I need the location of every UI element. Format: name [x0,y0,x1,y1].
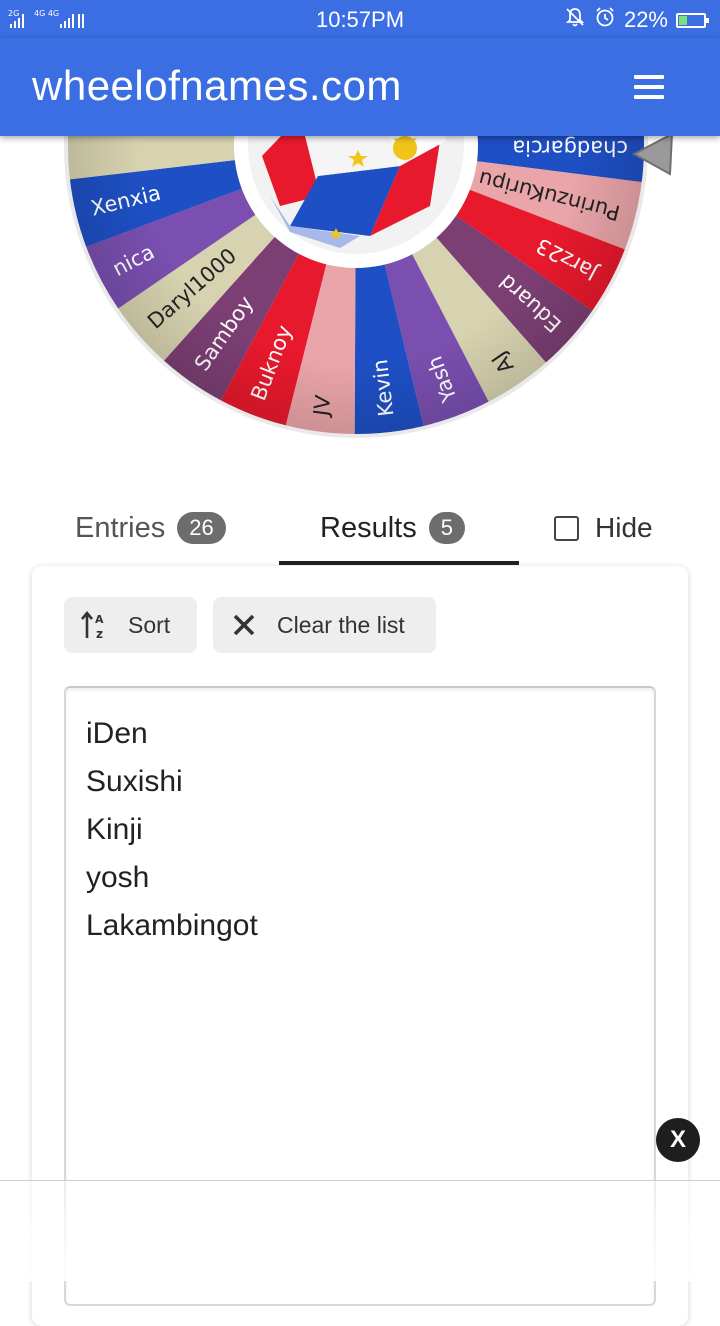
sort-button[interactable]: A z Sort [64,597,197,653]
wheel-svg[interactable]: LakambingotchadgarciaPurinzuKuripuJarz23… [0,136,720,476]
tab-results[interactable]: Results 5 [320,492,465,564]
battery-charging-icon [676,12,709,28]
hide-checkbox[interactable]: Hide [554,492,653,564]
tab-entries[interactable]: Entries 26 [75,492,226,564]
results-list: iDen Suxishi Kinji yosh Lakambingot [86,710,634,950]
hamburger-menu-icon[interactable] [634,75,664,99]
app-title[interactable]: wheelofnames.com [32,62,402,110]
result-item: iDen [86,717,148,750]
svg-text:A: A [95,613,104,626]
tab-results-label: Results [320,511,417,544]
result-item: Lakambingot [86,909,258,942]
entries-count-badge: 26 [177,512,226,544]
clear-list-button[interactable]: Clear the list [213,597,436,653]
checkbox-icon[interactable] [554,515,579,541]
ad-banner [0,1180,720,1281]
sort-alpha-icon: A z [80,610,110,640]
app-bar: wheelofnames.com [0,38,720,136]
active-tab-indicator [279,561,519,565]
tab-entries-label: Entries [75,511,166,544]
hide-label: Hide [595,512,653,543]
mute-icon [564,6,586,34]
svg-text:z: z [96,627,103,640]
ad-close-button[interactable]: X [656,1118,700,1162]
alarm-icon [594,6,616,34]
results-count-badge: 5 [428,512,465,544]
clear-list-label: Clear the list [277,611,405,638]
result-item: yosh [86,861,150,894]
tabs-bar: Entries 26 Results 5 Hide [0,492,720,565]
result-item: Kinji [86,813,143,846]
close-icon [229,610,259,640]
sort-label: Sort [128,611,171,638]
wheel[interactable]: LakambingotchadgarciaPurinzuKuripuJarz23… [0,136,720,476]
battery-percent: 22% [623,7,668,32]
result-item: Suxishi [86,765,183,798]
status-bar: 2G 4G 4G 10:57PM 22% [0,0,720,38]
